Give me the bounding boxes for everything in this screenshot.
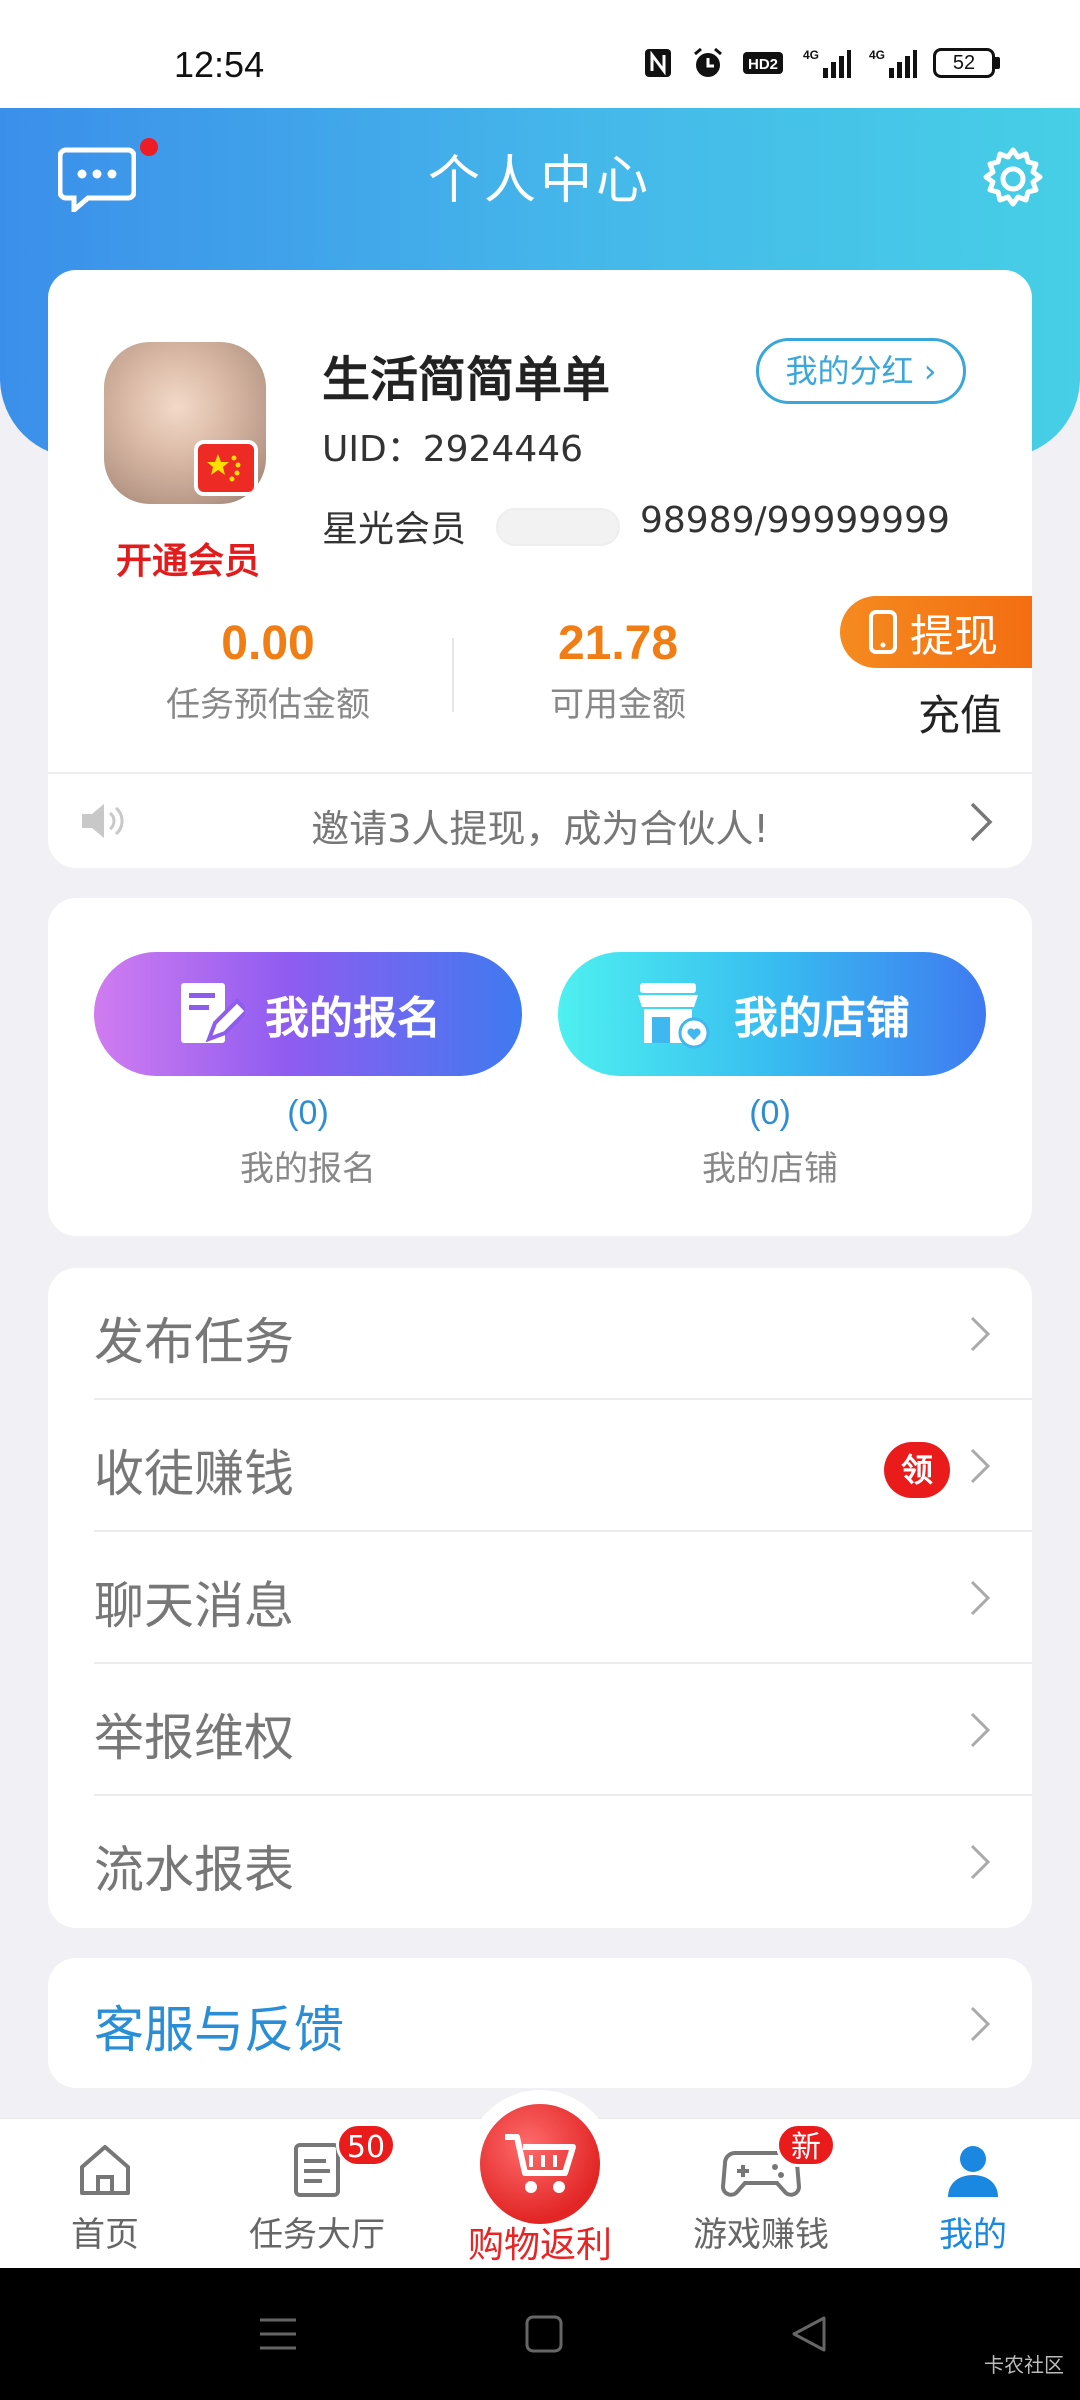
home-icon — [80, 2145, 130, 2195]
menu-item-label: 收徒赚钱 — [94, 1445, 294, 1503]
registration-count-label: 我的报名 — [240, 1149, 376, 1189]
menu-item-label: 流水报表 — [94, 1841, 294, 1899]
tab-label: 我的 — [939, 2215, 1007, 2255]
chevron-right-icon — [970, 1712, 991, 1748]
tab-label: 首页 — [71, 2215, 139, 2255]
divider — [452, 638, 454, 712]
task-count-badge: 50 — [336, 2123, 396, 2167]
avatar[interactable] — [104, 342, 266, 504]
uid-row: UID：2924446 — [322, 420, 583, 472]
claim-badge: 领 — [884, 1442, 950, 1498]
menu-item-chat-messages[interactable]: 聊天消息 — [48, 1532, 1032, 1664]
customer-service-item[interactable]: 客服与反馈 — [48, 1958, 1032, 2088]
shop-count-label: 我的店铺 — [702, 1149, 838, 1189]
chevron-right-icon — [970, 1580, 991, 1616]
my-dividend-button[interactable]: 我的分红 › — [756, 338, 966, 404]
system-nav-bar: 卡农社区 — [0, 2268, 1080, 2400]
menu-item-label: 举报维权 — [94, 1709, 294, 1767]
chevron-right-icon: › — [913, 352, 937, 390]
uid-label: UID： — [322, 429, 423, 470]
member-level: 星光会员 — [322, 509, 467, 550]
my-registration-button[interactable]: 我的报名 — [94, 952, 522, 1076]
battery-level: 52 — [933, 48, 995, 78]
svg-text:HD2: HD2 — [748, 56, 778, 73]
menu-item-label: 发布任务 — [94, 1313, 294, 1371]
status-time: 12:54 — [174, 44, 265, 85]
notice-text: 邀请3人提现，成为合伙人! — [311, 807, 769, 851]
menu-item-statement[interactable]: 流水报表 — [48, 1796, 1032, 1928]
tab-label: 游戏赚钱 — [693, 2215, 829, 2255]
available-value: 21.78 — [557, 617, 679, 670]
menu-item-recruit-earn[interactable]: 收徒赚钱 领 — [48, 1400, 1032, 1532]
flag-icon — [194, 440, 258, 496]
phone-icon — [869, 610, 897, 654]
watermark: 卡农社区 — [984, 2353, 1064, 2377]
edit-form-icon — [181, 983, 245, 1043]
menu-item-publish-task[interactable]: 发布任务 — [48, 1268, 1032, 1400]
nfc-icon — [645, 49, 671, 77]
uid-value: 2924446 — [422, 429, 584, 470]
menu-item-report-rights[interactable]: 举报维权 — [48, 1664, 1032, 1796]
available-amount[interactable]: 21.78 可用金额 — [518, 616, 718, 726]
menu-item-label: 聊天消息 — [94, 1577, 294, 1635]
shopping-cart-icon — [505, 2134, 576, 2193]
chevron-right-icon — [970, 2006, 991, 2042]
tab-me[interactable]: 我的 — [888, 2139, 1058, 2256]
username: 生活简简单单 — [322, 352, 611, 408]
svg-text:4G: 4G — [803, 48, 819, 62]
back-icon[interactable] — [790, 2314, 830, 2354]
recharge-link[interactable]: 充值 — [918, 682, 1002, 743]
chevron-right-icon — [970, 1316, 991, 1352]
tab-shopping-rebate[interactable] — [480, 2104, 600, 2224]
hd-icon: HD2 — [743, 52, 783, 74]
estimate-amount[interactable]: 0.00 任务预估金额 — [158, 616, 378, 726]
chevron-right-icon — [970, 1448, 991, 1484]
svg-text:4G: 4G — [869, 48, 885, 62]
shop-count: (0) 我的店铺 — [620, 1094, 920, 1190]
page-title: 个人中心 — [427, 151, 652, 211]
menu-list: 发布任务 收徒赚钱 领 聊天消息 举报维权 流水报表 — [48, 1268, 1032, 1928]
signal-4g-icon-2: 4G — [869, 48, 917, 78]
tab-game-earn[interactable]: 新 游戏赚钱 — [676, 2123, 846, 2256]
open-vip-link[interactable]: 开通会员 — [88, 532, 288, 584]
tab-home[interactable]: 首页 — [20, 2139, 190, 2256]
withdraw-label: 提现 — [910, 611, 998, 662]
chevron-right-icon — [970, 1844, 991, 1880]
home-square-icon[interactable] — [524, 2314, 564, 2354]
battery-icon: 52 — [933, 48, 1000, 78]
status-bar: 12:54 HD2 4G 4G 52 — [0, 0, 1080, 108]
chevron-right-icon — [970, 802, 993, 842]
registration-card: 我的报名 我的店铺 (0) 我的报名 (0) 我的店铺 — [48, 898, 1032, 1236]
member-points: 98989/99999999 — [640, 500, 950, 541]
available-label: 可用金额 — [550, 685, 686, 725]
my-registration-label: 我的报名 — [265, 993, 441, 1044]
tab-label: 任务大厅 — [249, 2215, 385, 2255]
withdraw-button[interactable]: 提现 — [840, 596, 1032, 668]
alarm-icon — [694, 47, 722, 77]
new-badge: 新 — [776, 2123, 836, 2167]
my-shop-button[interactable]: 我的店铺 — [558, 952, 986, 1076]
dividend-label: 我的分红 — [785, 352, 914, 390]
user-icon — [948, 2146, 998, 2197]
tab-label[interactable]: 购物返利 — [440, 2216, 640, 2268]
shop-count-value: (0) — [749, 1094, 791, 1132]
profile-card: 开通会员 生活简简单单 UID：2924446 我的分红 › 星光会员 9898… — [48, 270, 1032, 868]
estimate-value: 0.00 — [221, 617, 315, 670]
registration-count: (0) 我的报名 — [158, 1094, 458, 1190]
notice-bar[interactable]: 邀请3人提现，成为合伙人! — [48, 774, 1032, 868]
registration-count-value: (0) — [287, 1094, 329, 1132]
signal-4g-icon: 4G — [803, 48, 851, 78]
tab-task-hall[interactable]: 50 任务大厅 — [232, 2123, 402, 2256]
settings-gear-icon[interactable] — [980, 146, 1046, 212]
store-icon — [638, 983, 710, 1049]
status-icons: HD2 4G 4G 52 — [641, 46, 1000, 80]
estimate-label: 任务预估金额 — [166, 685, 370, 725]
my-shop-label: 我的店铺 — [734, 993, 910, 1044]
customer-service-label: 客服与反馈 — [94, 2001, 344, 2059]
level-progress-bar — [496, 508, 620, 546]
menu-icon[interactable] — [258, 2314, 298, 2354]
